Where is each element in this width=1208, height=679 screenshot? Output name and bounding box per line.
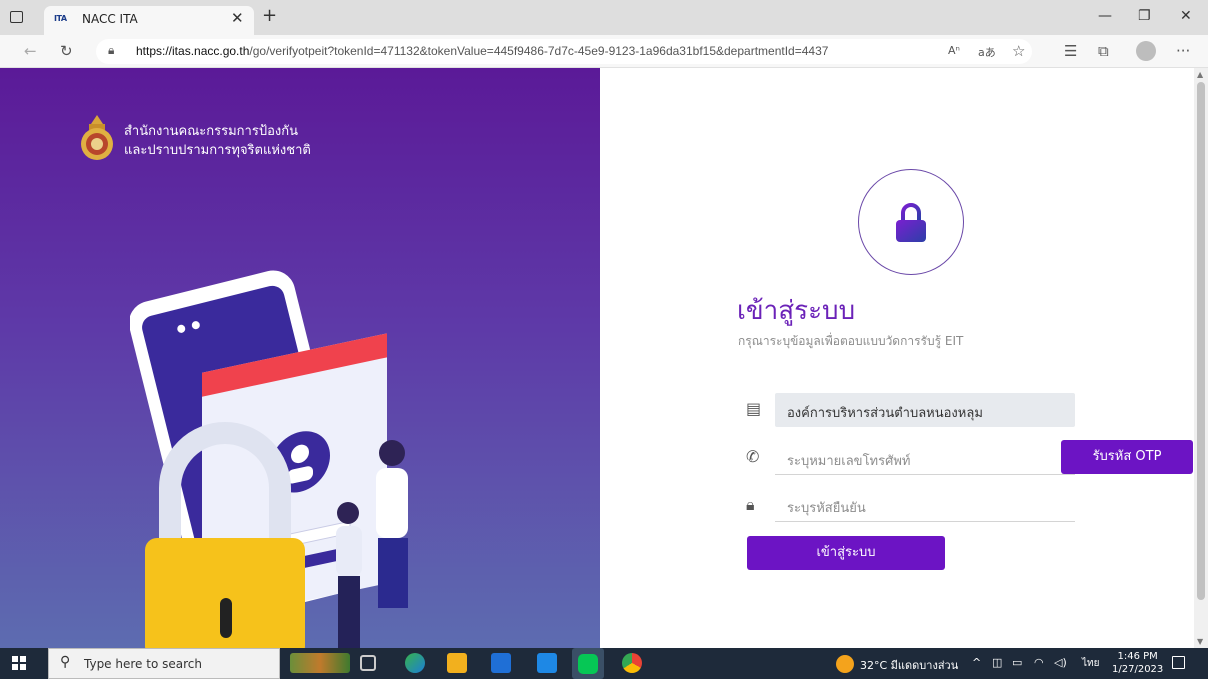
- brand-panel: สำนักงานคณะกรรมการป้องกัน และปราบปรามการ…: [0, 68, 600, 648]
- edge-browser-icon[interactable]: [405, 653, 425, 673]
- minimize-icon[interactable]: —: [1098, 8, 1112, 24]
- padlock-icon[interactable]: 🔒︎: [108, 43, 114, 58]
- login-subheading: กรุณาระบุข้อมูลเพื่อตอบแบบวัดการรับรู้ E…: [738, 334, 964, 348]
- login-panel: เข้าสู่ระบบ กรุณาระบุข้อมูลเพื่อตอบแบบวั…: [600, 68, 1194, 648]
- scrollbar-thumb[interactable]: [1197, 82, 1205, 600]
- mail-icon[interactable]: [537, 653, 557, 673]
- wifi-icon[interactable]: ◠: [1034, 656, 1044, 669]
- weather-sun-icon[interactable]: [836, 655, 854, 673]
- tab-title: NACC ITA: [82, 12, 138, 26]
- back-icon[interactable]: ←: [24, 42, 37, 60]
- more-menu-icon[interactable]: ···: [1176, 42, 1190, 60]
- input-language[interactable]: ไทย: [1082, 656, 1099, 671]
- request-otp-button[interactable]: รับรหัส OTP: [1061, 440, 1193, 474]
- web-page: สำนักงานคณะกรรมการป้องกัน และปราบปรามการ…: [0, 68, 1194, 648]
- lock-field-icon: 🔒︎: [746, 495, 755, 514]
- battery-icon[interactable]: ▭: [1012, 656, 1022, 669]
- task-view-icon[interactable]: [360, 655, 376, 671]
- line-app-icon[interactable]: [578, 654, 598, 674]
- weather-text[interactable]: 32°C มีแดดบางส่วน: [860, 656, 958, 674]
- org-name-line1: สำนักงานคณะกรรมการป้องกัน: [124, 124, 298, 139]
- volume-icon[interactable]: ◁): [1054, 656, 1067, 669]
- browser-toolbar: ← ↻ 🔒︎ https://itas.nacc.go.th/go/verify…: [0, 35, 1208, 68]
- login-submit-button[interactable]: เข้าสู่ระบบ: [747, 536, 945, 570]
- address-bar[interactable]: 🔒︎ https://itas.nacc.go.th/go/verifyotpe…: [96, 39, 1032, 64]
- scroll-down-icon[interactable]: ▼: [1197, 637, 1203, 646]
- taskbar-search-box[interactable]: ⚲ Type here to search: [48, 648, 280, 679]
- read-aloud-icon[interactable]: Aⁿ: [948, 44, 960, 57]
- scroll-up-icon[interactable]: ▲: [1197, 70, 1203, 79]
- nacc-emblem-logo: [81, 115, 113, 160]
- browser-tab-strip: ITA NACC ITA ✕ + — ❐ ✕: [0, 0, 1208, 35]
- clock-time: 1:46 PM: [1117, 651, 1158, 662]
- lock-icon: [895, 202, 926, 242]
- verification-code-input[interactable]: ระบุรหัสยืนยัน: [775, 488, 1075, 522]
- login-illustration: [130, 270, 408, 648]
- taskbar-search-placeholder: Type here to search: [84, 657, 202, 671]
- favicon-icon: ITA: [54, 14, 67, 23]
- microsoft-store-icon[interactable]: [491, 653, 511, 673]
- clock-date: 1/27/2023: [1112, 664, 1164, 675]
- phone-icon: ✆: [746, 447, 760, 466]
- phone-input[interactable]: ระบุหมายเลขโทรศัพท์: [775, 441, 1075, 475]
- close-tab-icon[interactable]: ✕: [231, 9, 244, 27]
- chrome-icon[interactable]: [622, 653, 642, 673]
- search-highlight-icon[interactable]: [290, 653, 350, 673]
- refresh-icon[interactable]: ↻: [60, 42, 73, 60]
- tab-nacc-ita[interactable]: ITA NACC ITA ✕: [44, 6, 254, 35]
- org-name: สำนักงานคณะกรรมการป้องกัน และปราบปรามการ…: [124, 122, 311, 160]
- page-scrollbar[interactable]: ▲ ▼: [1194, 68, 1208, 648]
- notification-center-icon[interactable]: [1172, 656, 1185, 669]
- lock-badge: [858, 169, 964, 275]
- translate-icon[interactable]: aあ: [978, 44, 996, 60]
- address-book-icon: ▤: [746, 399, 762, 418]
- org-name-line2: และปราบปรามการทุจริตแห่งชาติ: [124, 143, 311, 158]
- favorites-list-icon[interactable]: ☰: [1064, 42, 1077, 60]
- window-close-icon[interactable]: ✕: [1180, 8, 1192, 24]
- favorite-star-icon[interactable]: ☆: [1012, 42, 1025, 60]
- file-explorer-icon[interactable]: [447, 653, 467, 673]
- network-icon[interactable]: ◫: [992, 656, 1002, 669]
- windows-start-icon[interactable]: [12, 656, 26, 670]
- url-text[interactable]: https://itas.nacc.go.th/go/verifyotpeit?…: [136, 44, 828, 58]
- login-heading: เข้าสู่ระบบ: [737, 296, 856, 326]
- restore-icon[interactable]: ❐: [1138, 8, 1151, 24]
- collections-icon[interactable]: ⧉: [1098, 42, 1109, 60]
- windows-taskbar: ⚲ Type here to search 32°C มีแดดบางส่วน …: [0, 648, 1208, 679]
- new-tab-icon[interactable]: +: [262, 5, 277, 26]
- department-field[interactable]: องค์การบริหารส่วนตำบลหนองหลุม: [775, 393, 1075, 427]
- tab-actions-icon[interactable]: [10, 11, 23, 23]
- search-icon: ⚲: [60, 654, 71, 670]
- tray-chevron-icon[interactable]: ^: [972, 656, 981, 669]
- clock[interactable]: 1:46 PM 1/27/2023: [1112, 650, 1163, 676]
- profile-avatar[interactable]: [1136, 41, 1156, 61]
